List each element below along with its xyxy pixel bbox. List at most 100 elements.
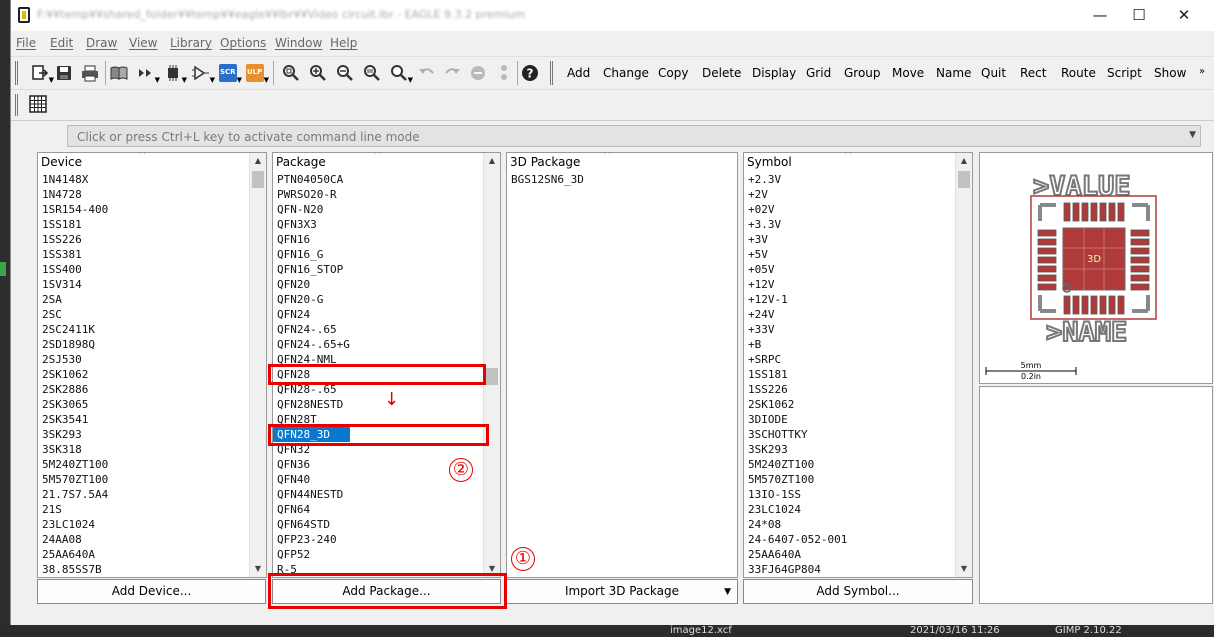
- package-list-item[interactable]: QFN28NESTD: [273, 397, 350, 412]
- symbol-list-item[interactable]: 25AA640A: [744, 547, 847, 562]
- symbol-column-header[interactable]: Symbol ^: [744, 153, 972, 171]
- device-list-item[interactable]: 2SK3541: [38, 412, 108, 427]
- toolbar-overflow-button[interactable]: »: [1199, 66, 1205, 77]
- menu-edit[interactable]: Edit: [50, 36, 73, 50]
- scroll-down-icon[interactable]: ▼: [956, 561, 972, 577]
- symbol-list-item[interactable]: 3SCHOTTKY: [744, 427, 847, 442]
- symbol-list-item[interactable]: +SRPC: [744, 352, 847, 367]
- device-list-item[interactable]: 1SS400: [38, 262, 108, 277]
- add-device-button[interactable]: Add Device...: [37, 579, 266, 604]
- symbol-list-item[interactable]: 1SS226: [744, 382, 847, 397]
- cmd-add[interactable]: Add: [567, 66, 590, 80]
- package-list-item[interactable]: PWRSO20-R: [273, 187, 350, 202]
- menu-file[interactable]: File: [16, 36, 36, 50]
- package-list-item[interactable]: QFN64: [273, 502, 350, 517]
- book-icon[interactable]: [110, 64, 128, 82]
- device-list-item[interactable]: 5M570ZT100: [38, 472, 108, 487]
- package-list-item[interactable]: QFN-N20: [273, 202, 350, 217]
- menu-view[interactable]: View: [129, 36, 157, 50]
- close-button[interactable]: ✕: [1161, 0, 1207, 31]
- device-list-item[interactable]: 23LC1024: [38, 517, 108, 532]
- cmd-move[interactable]: Move: [892, 66, 924, 80]
- package-list-item[interactable]: QFP23-240: [273, 532, 350, 547]
- device-list-item[interactable]: 5M240ZT100: [38, 457, 108, 472]
- device-list-item[interactable]: 2SK1062: [38, 367, 108, 382]
- symbol-list-item[interactable]: +12V-1: [744, 292, 847, 307]
- package-list-item[interactable]: QFN16_G: [273, 247, 350, 262]
- device-column-header[interactable]: Device ^: [38, 153, 266, 171]
- cmd-name[interactable]: Name: [936, 66, 971, 80]
- device-list-item[interactable]: 24AA08: [38, 532, 108, 547]
- package-list-item[interactable]: QFP52: [273, 547, 350, 562]
- device-list-item[interactable]: 2SJ530: [38, 352, 108, 367]
- device-list-item[interactable]: 1N4148X: [38, 172, 108, 187]
- scroll-up-icon[interactable]: ▲: [956, 153, 972, 169]
- device-list-item[interactable]: 1SR154-400: [38, 202, 108, 217]
- grid-icon[interactable]: [29, 95, 47, 113]
- device-list-item[interactable]: 1SS181: [38, 217, 108, 232]
- zoom-fit-icon[interactable]: [282, 64, 300, 82]
- symbol-list-item[interactable]: 5M240ZT100: [744, 457, 847, 472]
- zoom-out-icon[interactable]: [336, 64, 354, 82]
- print-icon[interactable]: [81, 64, 99, 82]
- symbol-list-item[interactable]: 24-6407-052-001: [744, 532, 847, 547]
- device-list-item[interactable]: 1N4728: [38, 187, 108, 202]
- cmd-grid[interactable]: Grid: [806, 66, 831, 80]
- cmd-show[interactable]: Show: [1154, 66, 1186, 80]
- device-list-scrollbar[interactable]: ▲ ▼: [249, 153, 266, 577]
- cmd-group[interactable]: Group: [844, 66, 881, 80]
- symbol-list-item[interactable]: +3.3V: [744, 217, 847, 232]
- toolbar-grip[interactable]: [15, 61, 18, 85]
- ulp-icon[interactable]: ULP ▼: [246, 64, 269, 84]
- package-list-item[interactable]: QFN64STD: [273, 517, 350, 532]
- device-list-item[interactable]: 3SK293: [38, 427, 108, 442]
- symbol-list-item[interactable]: 23LC1024: [744, 502, 847, 517]
- zoom-redraw-icon[interactable]: [363, 64, 381, 82]
- package-list-item[interactable]: QFN16_STOP: [273, 262, 350, 277]
- symbol-list-item[interactable]: +2V: [744, 187, 847, 202]
- device-list-item[interactable]: 1SS381: [38, 247, 108, 262]
- package-list-item[interactable]: QFN40: [273, 472, 350, 487]
- package-list-item[interactable]: QFN24-.65+G: [273, 337, 350, 352]
- symbol-list-item[interactable]: +24V: [744, 307, 847, 322]
- package-list-item[interactable]: QFN24-.65: [273, 322, 350, 337]
- package-list-item[interactable]: QFN20-G: [273, 292, 350, 307]
- go-icon[interactable]: [495, 64, 513, 82]
- package-list-item[interactable]: QFN36: [273, 457, 350, 472]
- symbol-editor-icon[interactable]: ▼: [192, 64, 215, 84]
- package3d-column-header[interactable]: 3D Package ^: [507, 153, 737, 171]
- symbol-list-item[interactable]: 3DIODE: [744, 412, 847, 427]
- symbol-list-item[interactable]: 5M570ZT100: [744, 472, 847, 487]
- menu-library[interactable]: Library: [170, 36, 212, 50]
- forward-arrows-icon[interactable]: ▼: [137, 64, 160, 84]
- menu-options[interactable]: Options: [220, 36, 266, 50]
- cmd-delete[interactable]: Delete: [702, 66, 741, 80]
- scroll-thumb[interactable]: [486, 368, 498, 385]
- symbol-list-item[interactable]: +02V: [744, 202, 847, 217]
- menu-window[interactable]: Window: [275, 36, 322, 50]
- toolbar-grip[interactable]: [550, 61, 553, 85]
- save-icon[interactable]: [55, 64, 73, 82]
- cmd-rect[interactable]: Rect: [1020, 66, 1046, 80]
- symbol-list-item[interactable]: 13IO-1SS: [744, 487, 847, 502]
- chip-package-icon[interactable]: ▼: [164, 64, 187, 84]
- symbol-list-item[interactable]: 33FJ64GP804: [744, 562, 847, 577]
- add-symbol-button[interactable]: Add Symbol...: [743, 579, 973, 604]
- device-list-item[interactable]: 38.85SS7B: [38, 562, 108, 577]
- symbol-list-item[interactable]: +2.3V: [744, 172, 847, 187]
- cmd-route[interactable]: Route: [1061, 66, 1096, 80]
- maximize-button[interactable]: ☐: [1116, 0, 1162, 31]
- zoom-select-icon[interactable]: ▼: [390, 64, 413, 84]
- package-list-item[interactable]: QFN16: [273, 232, 350, 247]
- device-list-item[interactable]: 2SD1898Q: [38, 337, 108, 352]
- cmd-display[interactable]: Display: [752, 66, 796, 80]
- device-list-item[interactable]: 3SK318: [38, 442, 108, 457]
- open-file-icon[interactable]: ▼: [31, 64, 54, 84]
- import-3d-dropdown-icon[interactable]: ▼: [724, 581, 731, 604]
- package-column-header[interactable]: Package ^: [273, 153, 500, 171]
- scroll-thumb[interactable]: [252, 171, 264, 188]
- toolbar-grip[interactable]: [15, 94, 18, 116]
- symbol-list-item[interactable]: +5V: [744, 247, 847, 262]
- package-list-item[interactable]: QFN3X3: [273, 217, 350, 232]
- package3d-list-item[interactable]: BGS12SN6_3D: [507, 172, 584, 187]
